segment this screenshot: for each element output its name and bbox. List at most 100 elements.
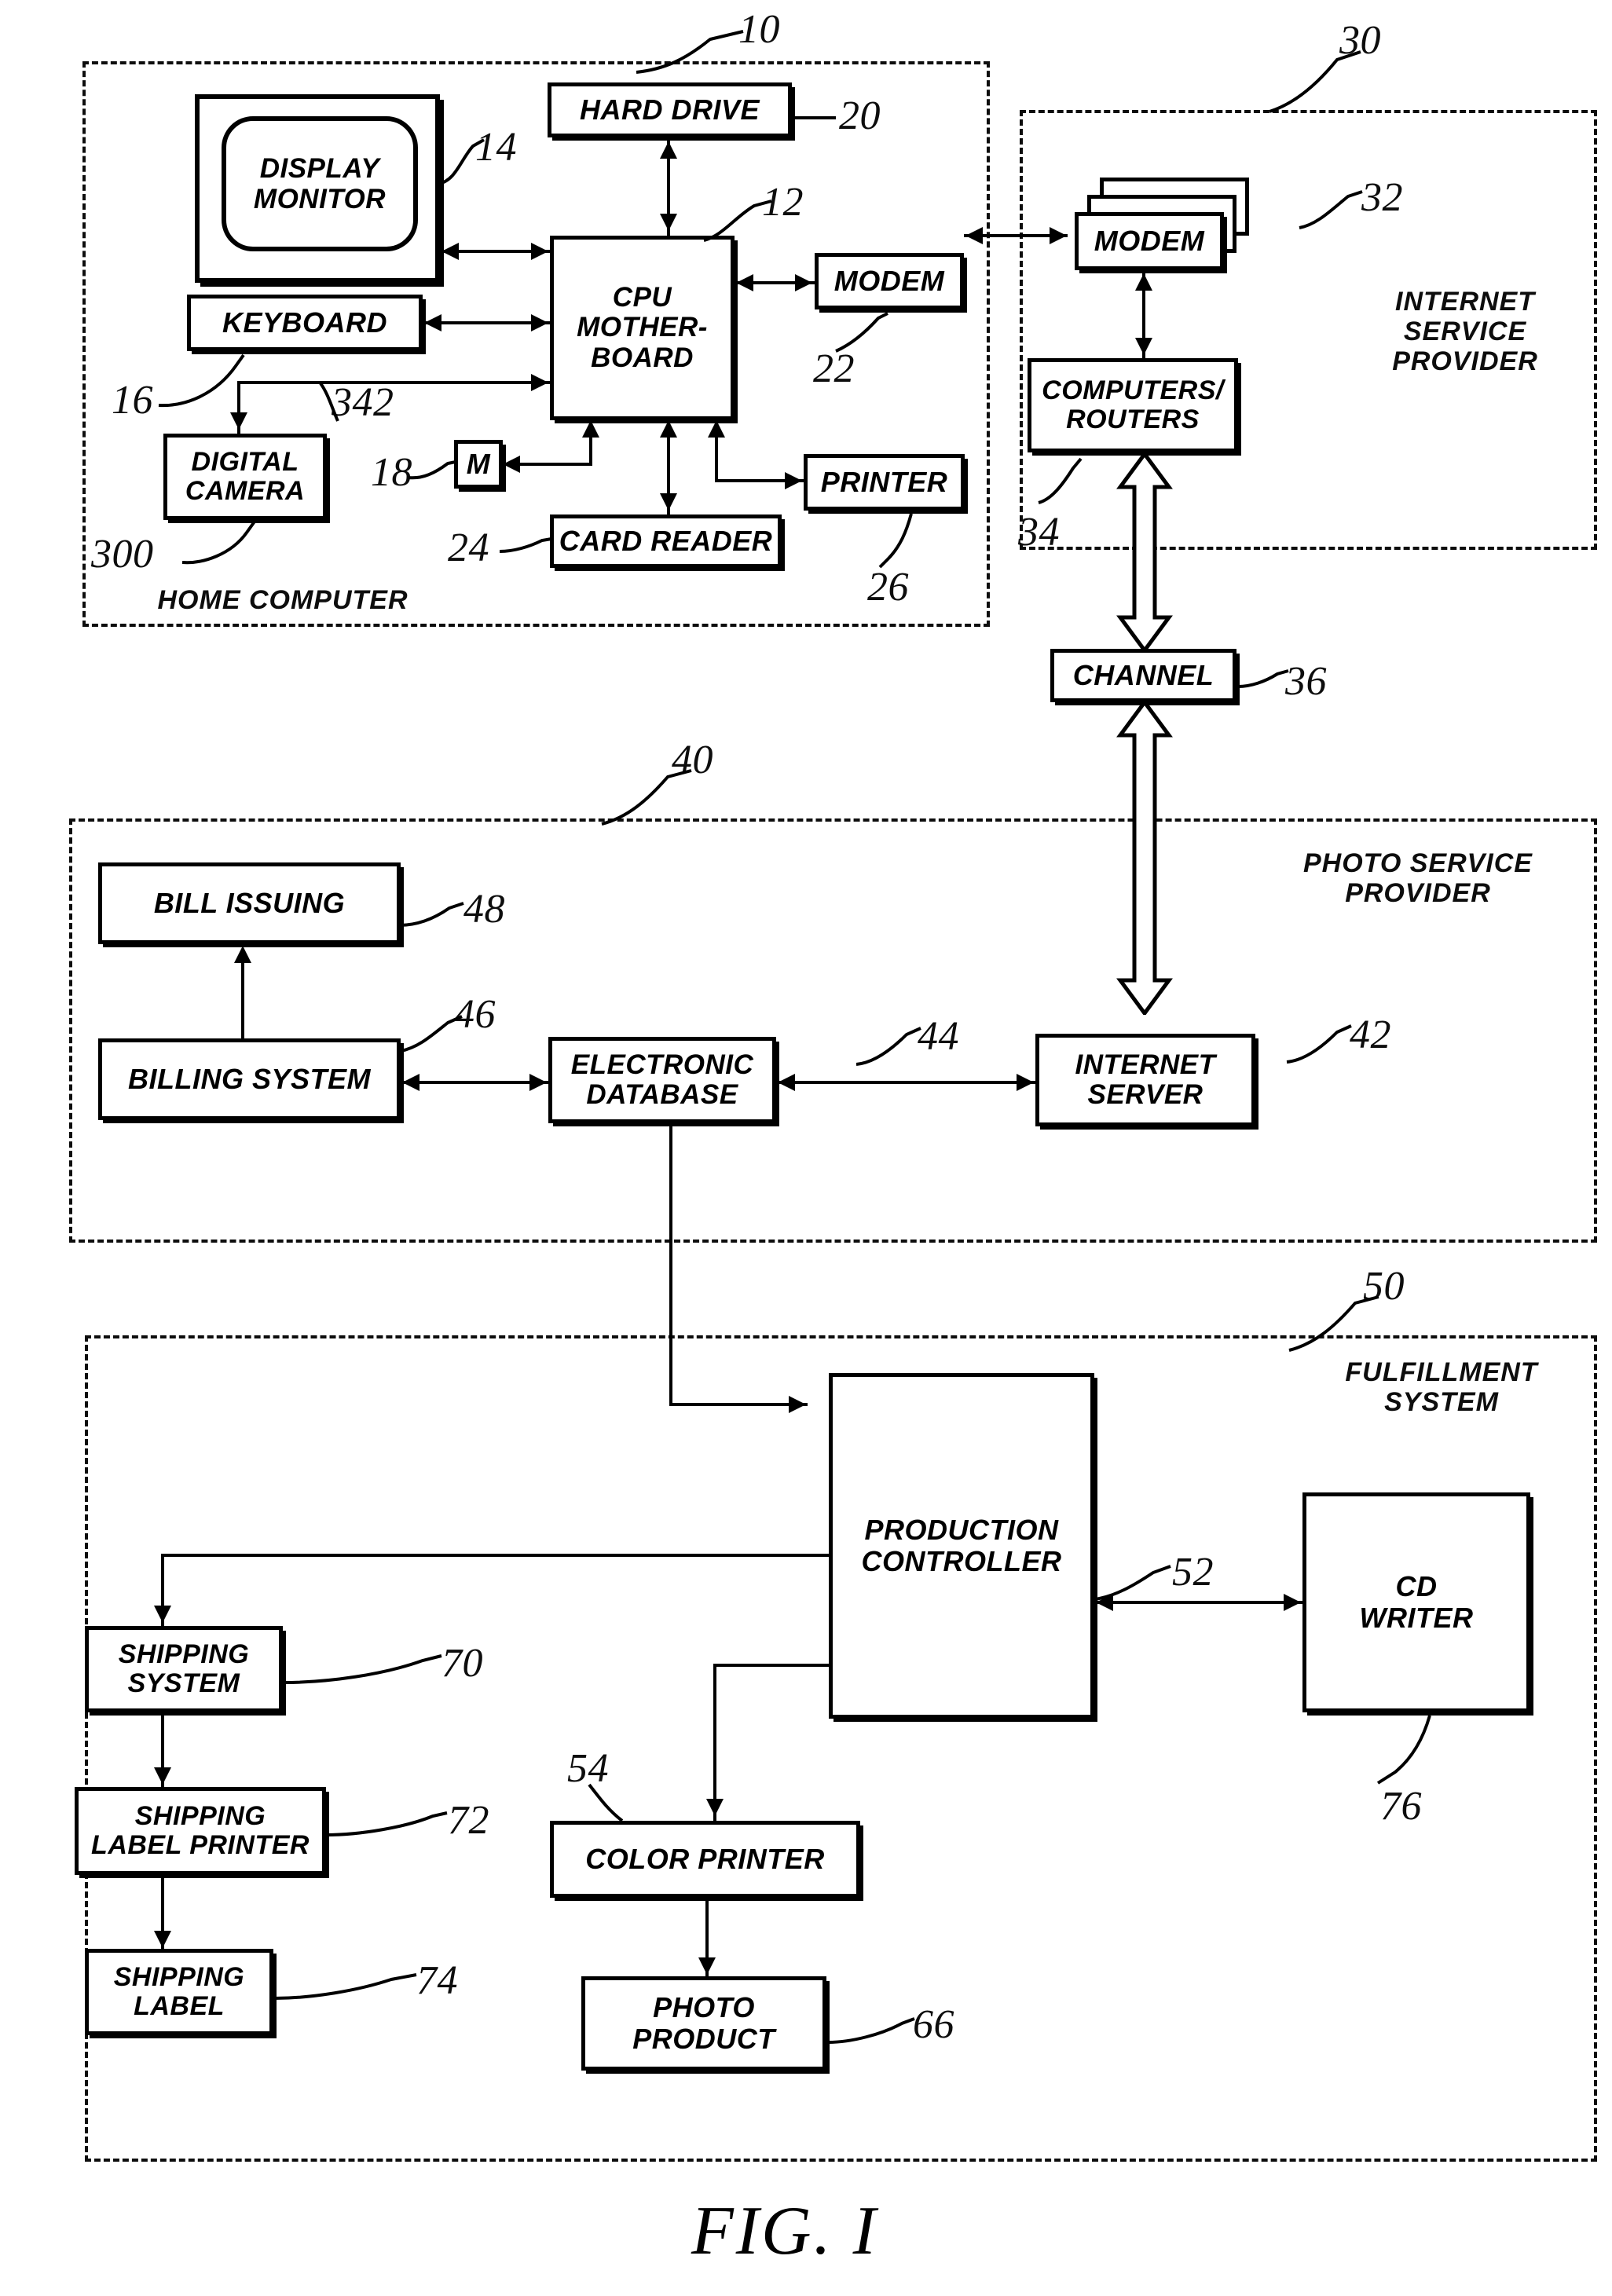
conn-production-cdwriter (1094, 1601, 1302, 1604)
ref-76: 76 (1380, 1784, 1422, 1829)
ref-48: 48 (463, 887, 505, 932)
ref-34: 34 (1018, 510, 1060, 555)
cd-writer-box: CD WRITER (1302, 1492, 1530, 1712)
conn-db-production-v (669, 1123, 672, 1406)
ref-26: 26 (867, 565, 909, 610)
bill-issuing-label: BILL ISSUING (153, 887, 346, 920)
arrow-production-in-top (789, 1396, 806, 1413)
leader-48 (398, 902, 464, 927)
conn-db-production-h (669, 1403, 808, 1406)
card-reader-box: CARD READER (550, 514, 782, 568)
arrow-cpu-down (660, 214, 677, 231)
display-monitor-screen: DISPLAY MONITOR (222, 116, 418, 251)
photo-product-label: PHOTO PRODUCT (632, 1991, 775, 2055)
isp-modem-label: MODEM (1094, 225, 1205, 258)
arrow-modem-isp-right (1050, 227, 1067, 244)
conn-production-shipping-h (161, 1554, 830, 1557)
leader-342 (319, 382, 339, 422)
arrow-printer-in (785, 472, 802, 489)
leader-66 (827, 2017, 915, 2044)
arrow-photoproduct-in (698, 1957, 716, 1975)
arrow-keyboard-left (424, 314, 441, 331)
bigarrow-channel-server (1116, 701, 1173, 1015)
arrow-monitor-left (441, 243, 459, 260)
arrow-db-server-left (778, 1074, 795, 1091)
ref-20: 20 (839, 93, 881, 138)
arrow-shiplabelprinter-in (154, 1767, 171, 1785)
leader-30 (1269, 50, 1361, 113)
conn-production-colorprinter-v2 (713, 1664, 716, 1821)
ref-72: 72 (448, 1798, 489, 1843)
leader-300 (181, 520, 256, 565)
leader-54 (588, 1783, 624, 1822)
electronic-database-box: ELECTRONIC DATABASE (548, 1037, 776, 1123)
arrow-cpu-printer-up (708, 420, 725, 438)
leader-44 (855, 1027, 921, 1066)
internet-server-label: INTERNET SERVER (1075, 1049, 1216, 1110)
arrow-colorprinter-in (706, 1799, 724, 1816)
leader-12 (703, 200, 772, 242)
arrow-monitor-right (531, 243, 548, 260)
home-modem-label: MODEM (833, 265, 945, 298)
leader-10 (636, 30, 744, 74)
electronic-database-label: ELECTRONIC DATABASE (570, 1049, 754, 1110)
isp-modem-box: MODEM (1075, 212, 1224, 270)
leader-32 (1299, 190, 1363, 229)
leader-46 (400, 1015, 463, 1053)
leader-76 (1376, 1715, 1431, 1785)
region-home-computer-label: HOME COMPUTER (157, 585, 408, 615)
arrow-cdwriter-right (1284, 1594, 1301, 1611)
arrow-cardreader-up (660, 420, 677, 438)
arrow-cardreader-down (660, 493, 677, 511)
arrow-database-right (529, 1074, 547, 1091)
leader-42 (1286, 1024, 1352, 1064)
computers-routers-label: COMPUTERS/ ROUTERS (1042, 375, 1224, 434)
arrow-shiplabel-in (154, 1931, 171, 1948)
arrow-shipping-in (154, 1606, 171, 1623)
arrow-camera-to-cpu (531, 374, 548, 391)
arrow-camera-down (230, 412, 247, 430)
ref-300: 300 (91, 532, 154, 577)
color-printer-box: COLOR PRINTER (550, 1821, 860, 1898)
ref-32: 32 (1361, 175, 1403, 220)
region-fulfillment-label: FULFILLMENT SYSTEM (1345, 1357, 1538, 1418)
arrow-db-server-right (1017, 1074, 1034, 1091)
production-controller-label: PRODUCTION CONTROLLER (861, 1514, 1062, 1577)
arrow-cpu-modem-left (736, 274, 753, 291)
ref-24: 24 (448, 525, 489, 570)
arrow-mouse-left (503, 456, 520, 473)
conn-database-server (776, 1081, 1035, 1084)
ref-16: 16 (112, 378, 153, 423)
leader-34 (1038, 457, 1083, 504)
arrow-ispmodem-up (1135, 273, 1152, 291)
mouse-box: M (454, 440, 503, 489)
leader-14 (438, 138, 485, 185)
leader-50 (1288, 1295, 1379, 1352)
arrow-keyboard-right (531, 314, 548, 331)
home-modem-box: MODEM (815, 253, 964, 309)
channel-label: CHANNEL (1072, 659, 1214, 692)
hard-drive-label: HARD DRIVE (579, 93, 760, 126)
cpu-motherboard-label: CPU MOTHER- BOARD (577, 281, 708, 373)
conn-production-colorprinter-h (713, 1664, 830, 1667)
leader-26 (878, 513, 913, 569)
region-isp-label: INTERNET SERVICE PROVIDER (1392, 287, 1538, 377)
cpu-motherboard-box: CPU MOTHER- BOARD (550, 236, 735, 420)
arrow-modem-isp-left (965, 227, 983, 244)
bill-issuing-box: BILL ISSUING (98, 862, 401, 944)
leader-40 (601, 769, 692, 826)
shipping-label-text: SHIPPING LABEL (113, 1961, 245, 2021)
home-printer-label: PRINTER (820, 466, 948, 499)
shipping-system-box: SHIPPING SYSTEM (85, 1626, 283, 1712)
ref-52: 52 (1172, 1550, 1214, 1595)
leader-20 (792, 116, 836, 119)
production-controller-box: PRODUCTION CONTROLLER (829, 1373, 1094, 1719)
arrow-billissuing-up (234, 946, 251, 963)
billing-system-box: BILLING SYSTEM (98, 1038, 401, 1120)
hard-drive-box: HARD DRIVE (548, 82, 792, 137)
shipping-label-printer-label: SHIPPING LABEL PRINTER (91, 1800, 310, 1860)
ref-66: 66 (913, 2002, 954, 2047)
bigarrow-routers-channel (1116, 452, 1173, 652)
channel-box: CHANNEL (1050, 649, 1236, 702)
internet-server-box: INTERNET SERVER (1035, 1034, 1255, 1126)
